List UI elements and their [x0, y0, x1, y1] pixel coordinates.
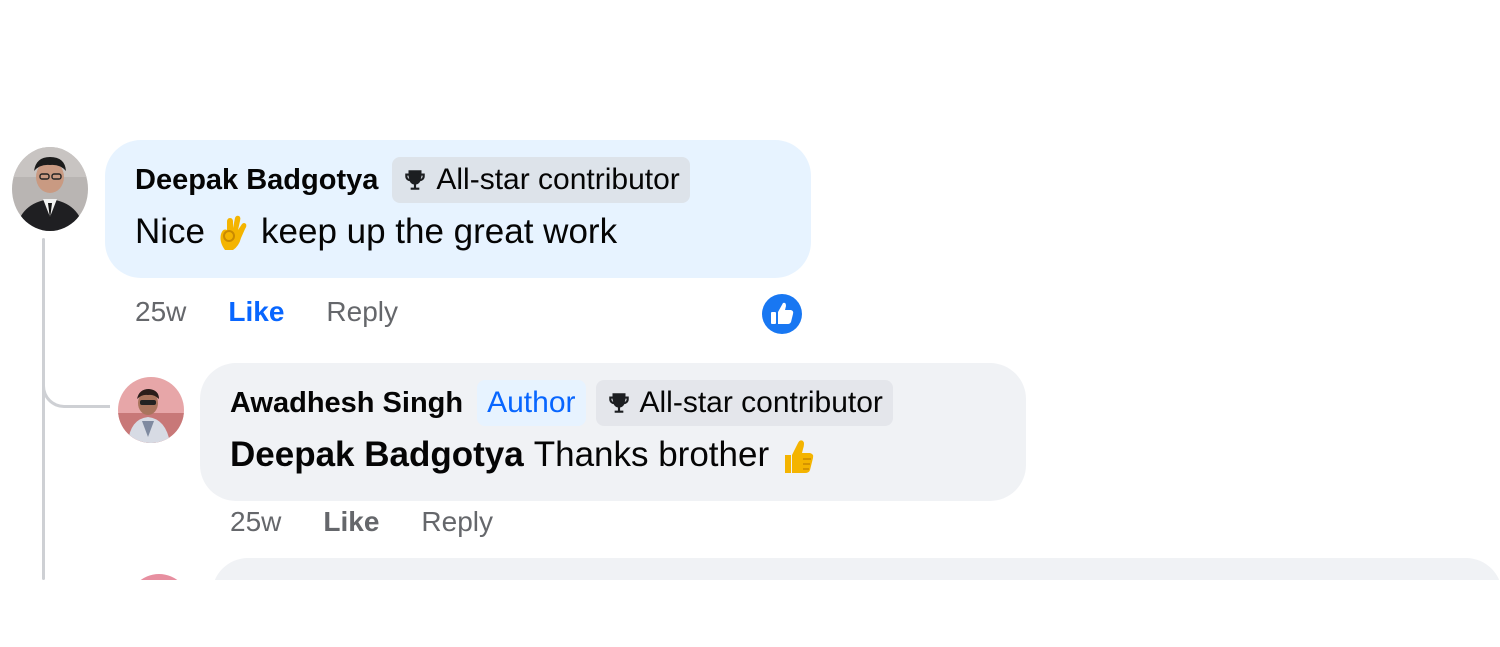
reply-header: Awadhesh Singh Author All-star contribut… [230, 377, 996, 429]
reply-text-content: Thanks brother [533, 435, 770, 474]
comment-timestamp[interactable]: 25w [135, 296, 186, 328]
thumbs-up-emoji [779, 435, 815, 475]
comment-text: Nice keep up the great work [135, 212, 781, 252]
ok-hand-emoji [215, 212, 251, 252]
comment-thread-view: Deepak Badgotya All-star contributor Nic… [0, 0, 1500, 647]
mention-link[interactable]: Deepak Badgotya [230, 435, 524, 475]
trophy-icon [402, 167, 428, 193]
next-comment-bubble [212, 558, 1500, 580]
all-star-contributor-badge[interactable]: All-star contributor [392, 157, 690, 203]
like-button[interactable]: Like [228, 296, 284, 328]
avatar-next-commenter[interactable] [128, 574, 190, 580]
comment-thread: Deepak Badgotya All-star contributor Nic… [0, 0, 1500, 580]
reply-button[interactable]: Reply [326, 296, 398, 328]
author-tag: Author [477, 380, 586, 426]
avatar-deepak-badgotya[interactable] [12, 147, 88, 231]
reply-actions: 25w Like Reply [230, 506, 493, 538]
avatar-awadhesh-singh[interactable] [118, 377, 184, 443]
reply-bubble: Awadhesh Singh Author All-star contribut… [200, 363, 1026, 501]
author-name[interactable]: Deepak Badgotya [135, 164, 378, 197]
comment-actions: 25w Like Reply [135, 296, 398, 328]
reply-button[interactable]: Reply [421, 506, 493, 538]
badge-label: All-star contributor [639, 386, 883, 419]
like-button[interactable]: Like [323, 506, 379, 538]
comment-bubble: Deepak Badgotya All-star contributor Nic… [105, 140, 811, 278]
trophy-icon [606, 390, 632, 416]
reply-timestamp[interactable]: 25w [230, 506, 281, 538]
thumbs-up-reaction-icon[interactable] [758, 290, 806, 338]
reply-text: Deepak Badgotya Thanks brother [230, 435, 996, 475]
comment-text-start: Nice [135, 212, 206, 251]
author-name[interactable]: Awadhesh Singh [230, 387, 463, 420]
all-star-contributor-badge[interactable]: All-star contributor [595, 380, 893, 426]
comment-header: Deepak Badgotya All-star contributor [135, 154, 781, 206]
thread-connector-line [42, 238, 45, 580]
comment-text-end: keep up the great work [261, 212, 618, 251]
badge-label: All-star contributor [436, 163, 680, 196]
reply-connector-line [42, 360, 110, 408]
